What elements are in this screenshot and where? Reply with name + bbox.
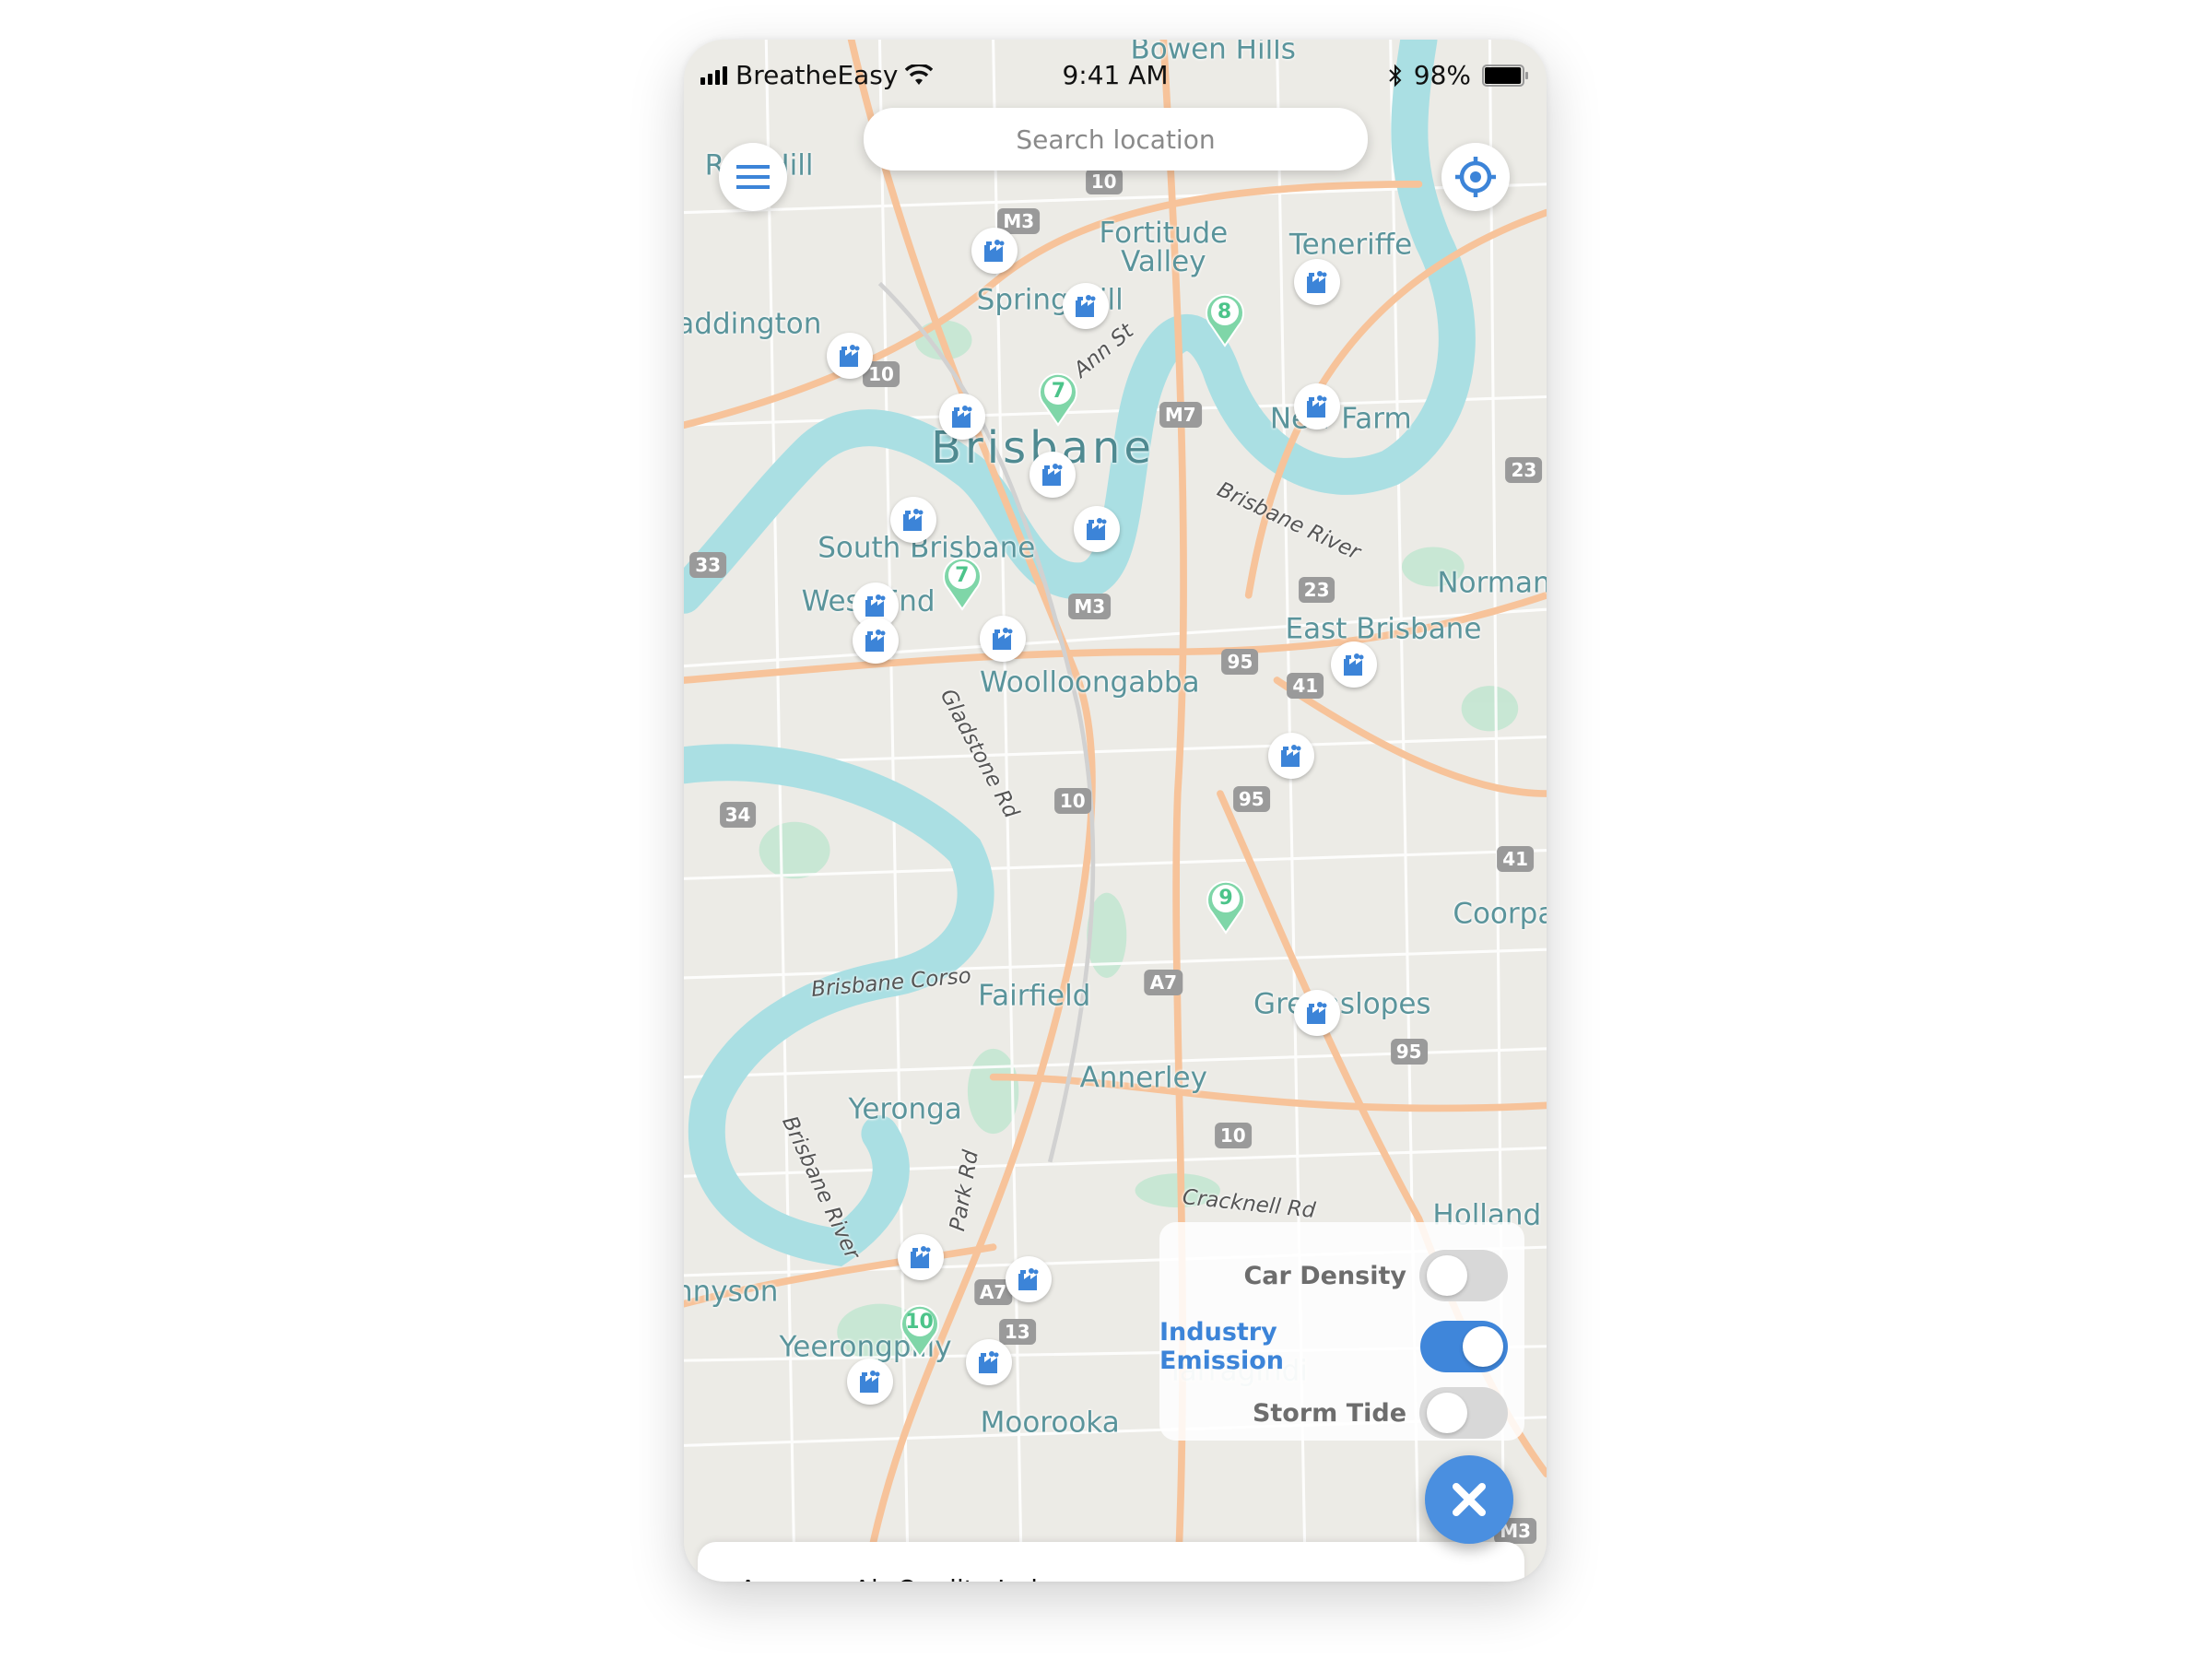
map-place-label: Woolloongabba: [979, 665, 1200, 700]
status-bar: BreatheEasy 9:41 AM 98%: [684, 56, 1547, 97]
factory-icon: [1306, 1002, 1327, 1025]
map-place-label: Coorpa: [1453, 897, 1547, 931]
highway-shield: 95: [1221, 649, 1259, 676]
highway-shield: 10: [1053, 787, 1091, 814]
factory-icon: [1075, 295, 1096, 318]
industry-emission-marker[interactable]: [1030, 452, 1077, 499]
factory-icon: [859, 1371, 880, 1394]
factory-icon: [993, 628, 1013, 651]
battery-icon: [1482, 64, 1528, 87]
industry-emission-marker[interactable]: [1330, 641, 1377, 688]
layer-row-industry-emission: Industry Emission: [1159, 1318, 1508, 1375]
layer-row-car-density: Car Density: [1243, 1250, 1508, 1301]
layer-label: Storm Tide: [1252, 1398, 1406, 1428]
map-place-label: East Brisbane: [1285, 612, 1482, 646]
industry-emission-marker[interactable]: [971, 228, 1018, 275]
factory-icon: [1018, 1268, 1039, 1291]
aqi-value: 9: [1218, 887, 1233, 911]
crosshair-locate-icon: [1455, 157, 1496, 197]
aqi-pin-marker[interactable]: 7: [941, 554, 983, 612]
map-place-label: Norman: [1437, 566, 1547, 600]
factory-icon: [1280, 744, 1301, 767]
factory-icon: [1042, 464, 1063, 487]
bottom-sheet-title: Average Air Quality Index:: [739, 1574, 1077, 1582]
storm-tide-toggle[interactable]: [1419, 1387, 1508, 1439]
highway-shield: 23: [1298, 576, 1335, 603]
map-place-label: Fortitude Valley: [1099, 217, 1229, 279]
industry-emission-marker[interactable]: [938, 394, 985, 441]
map-place-label: Teneriffe: [1288, 228, 1413, 262]
bottom-sheet[interactable]: Average Air Quality Index:: [698, 1542, 1524, 1582]
highway-shield: A7: [1144, 969, 1183, 995]
aqi-value: 7: [955, 563, 970, 587]
industry-emission-marker[interactable]: [1062, 283, 1109, 330]
industry-emission-marker[interactable]: [1073, 505, 1120, 552]
factory-icon: [1306, 395, 1327, 418]
map-place-label: Greenslopes: [1253, 987, 1431, 1021]
map-place-label: Fairfield: [978, 979, 1091, 1013]
highway-shield: 33: [689, 552, 727, 579]
aqi-value: 7: [1051, 379, 1066, 403]
highway-shield: 95: [1390, 1038, 1428, 1065]
highway-shield: 34: [719, 802, 757, 829]
aqi-pin-marker[interactable]: 7: [1037, 370, 1079, 428]
aqi-value: 10: [905, 1311, 934, 1335]
map-place-label: Yeronga: [848, 1092, 962, 1126]
industry-emission-marker[interactable]: [1267, 732, 1314, 779]
locate-me-button[interactable]: [1441, 143, 1510, 211]
menu-button[interactable]: [719, 143, 787, 211]
factory-icon: [1086, 517, 1107, 540]
factory-icon: [903, 509, 924, 532]
factory-icon: [1306, 270, 1327, 293]
industry-emission-marker[interactable]: [965, 1338, 1012, 1385]
industry-emission-marker[interactable]: [1293, 383, 1340, 430]
industry-emission-marker[interactable]: [827, 332, 874, 379]
industry-emission-marker[interactable]: [898, 1233, 945, 1280]
map-place-label: New Farm: [1269, 402, 1412, 436]
aqi-value: 8: [1217, 300, 1232, 324]
highway-shield: 23: [1505, 457, 1543, 484]
highway-shield: 10: [1085, 168, 1123, 194]
highway-shield: M3: [1068, 594, 1112, 620]
layer-label: Industry Emission: [1159, 1318, 1284, 1375]
search-location-input[interactable]: [864, 108, 1368, 171]
layer-row-storm-tide: Storm Tide: [1253, 1387, 1508, 1439]
aqi-pin-marker[interactable]: 9: [1205, 877, 1247, 935]
industry-emission-marker[interactable]: [1293, 258, 1340, 305]
battery-percent: 98%: [1413, 60, 1471, 90]
close-button[interactable]: [1425, 1455, 1513, 1544]
map-place-label: nnyson: [684, 1275, 779, 1309]
aqi-pin-marker[interactable]: 10: [899, 1301, 941, 1359]
industry-emission-marker[interactable]: [1293, 990, 1340, 1037]
industry-emission-marker[interactable]: [846, 1359, 893, 1406]
phone-screen: Bowen HillsRed HillFortitude ValleyTener…: [684, 40, 1547, 1582]
bluetooth-icon: [1389, 64, 1402, 87]
factory-icon: [840, 344, 860, 367]
highway-shield: 13: [998, 1319, 1036, 1346]
factory-icon: [865, 629, 886, 652]
map-place-label: Moorooka: [980, 1406, 1120, 1440]
highway-shield: 41: [1497, 845, 1535, 872]
layer-toggle-panel: Car Density Industry Emission Storm Tide: [1159, 1222, 1524, 1441]
factory-icon: [865, 594, 886, 617]
highway-shield: M7: [1159, 402, 1202, 429]
close-x-icon: [1453, 1483, 1486, 1516]
factory-icon: [978, 1350, 999, 1373]
highway-shield: 95: [1232, 786, 1270, 813]
layer-label: Car Density: [1243, 1261, 1406, 1290]
highway-shield: 41: [1287, 673, 1324, 700]
industry-emission-toggle[interactable]: [1420, 1321, 1508, 1372]
hamburger-menu-icon: [736, 165, 770, 189]
car-density-toggle[interactable]: [1419, 1250, 1508, 1301]
industry-emission-marker[interactable]: [852, 617, 899, 664]
map-place-label: addington: [684, 307, 822, 341]
factory-icon: [911, 1245, 931, 1268]
factory-icon: [1343, 653, 1364, 677]
aqi-pin-marker[interactable]: 8: [1204, 290, 1246, 348]
factory-icon: [984, 240, 1005, 263]
highway-shield: 10: [1214, 1122, 1252, 1148]
factory-icon: [951, 406, 972, 429]
map-place-label: Annerley: [1079, 1061, 1207, 1095]
